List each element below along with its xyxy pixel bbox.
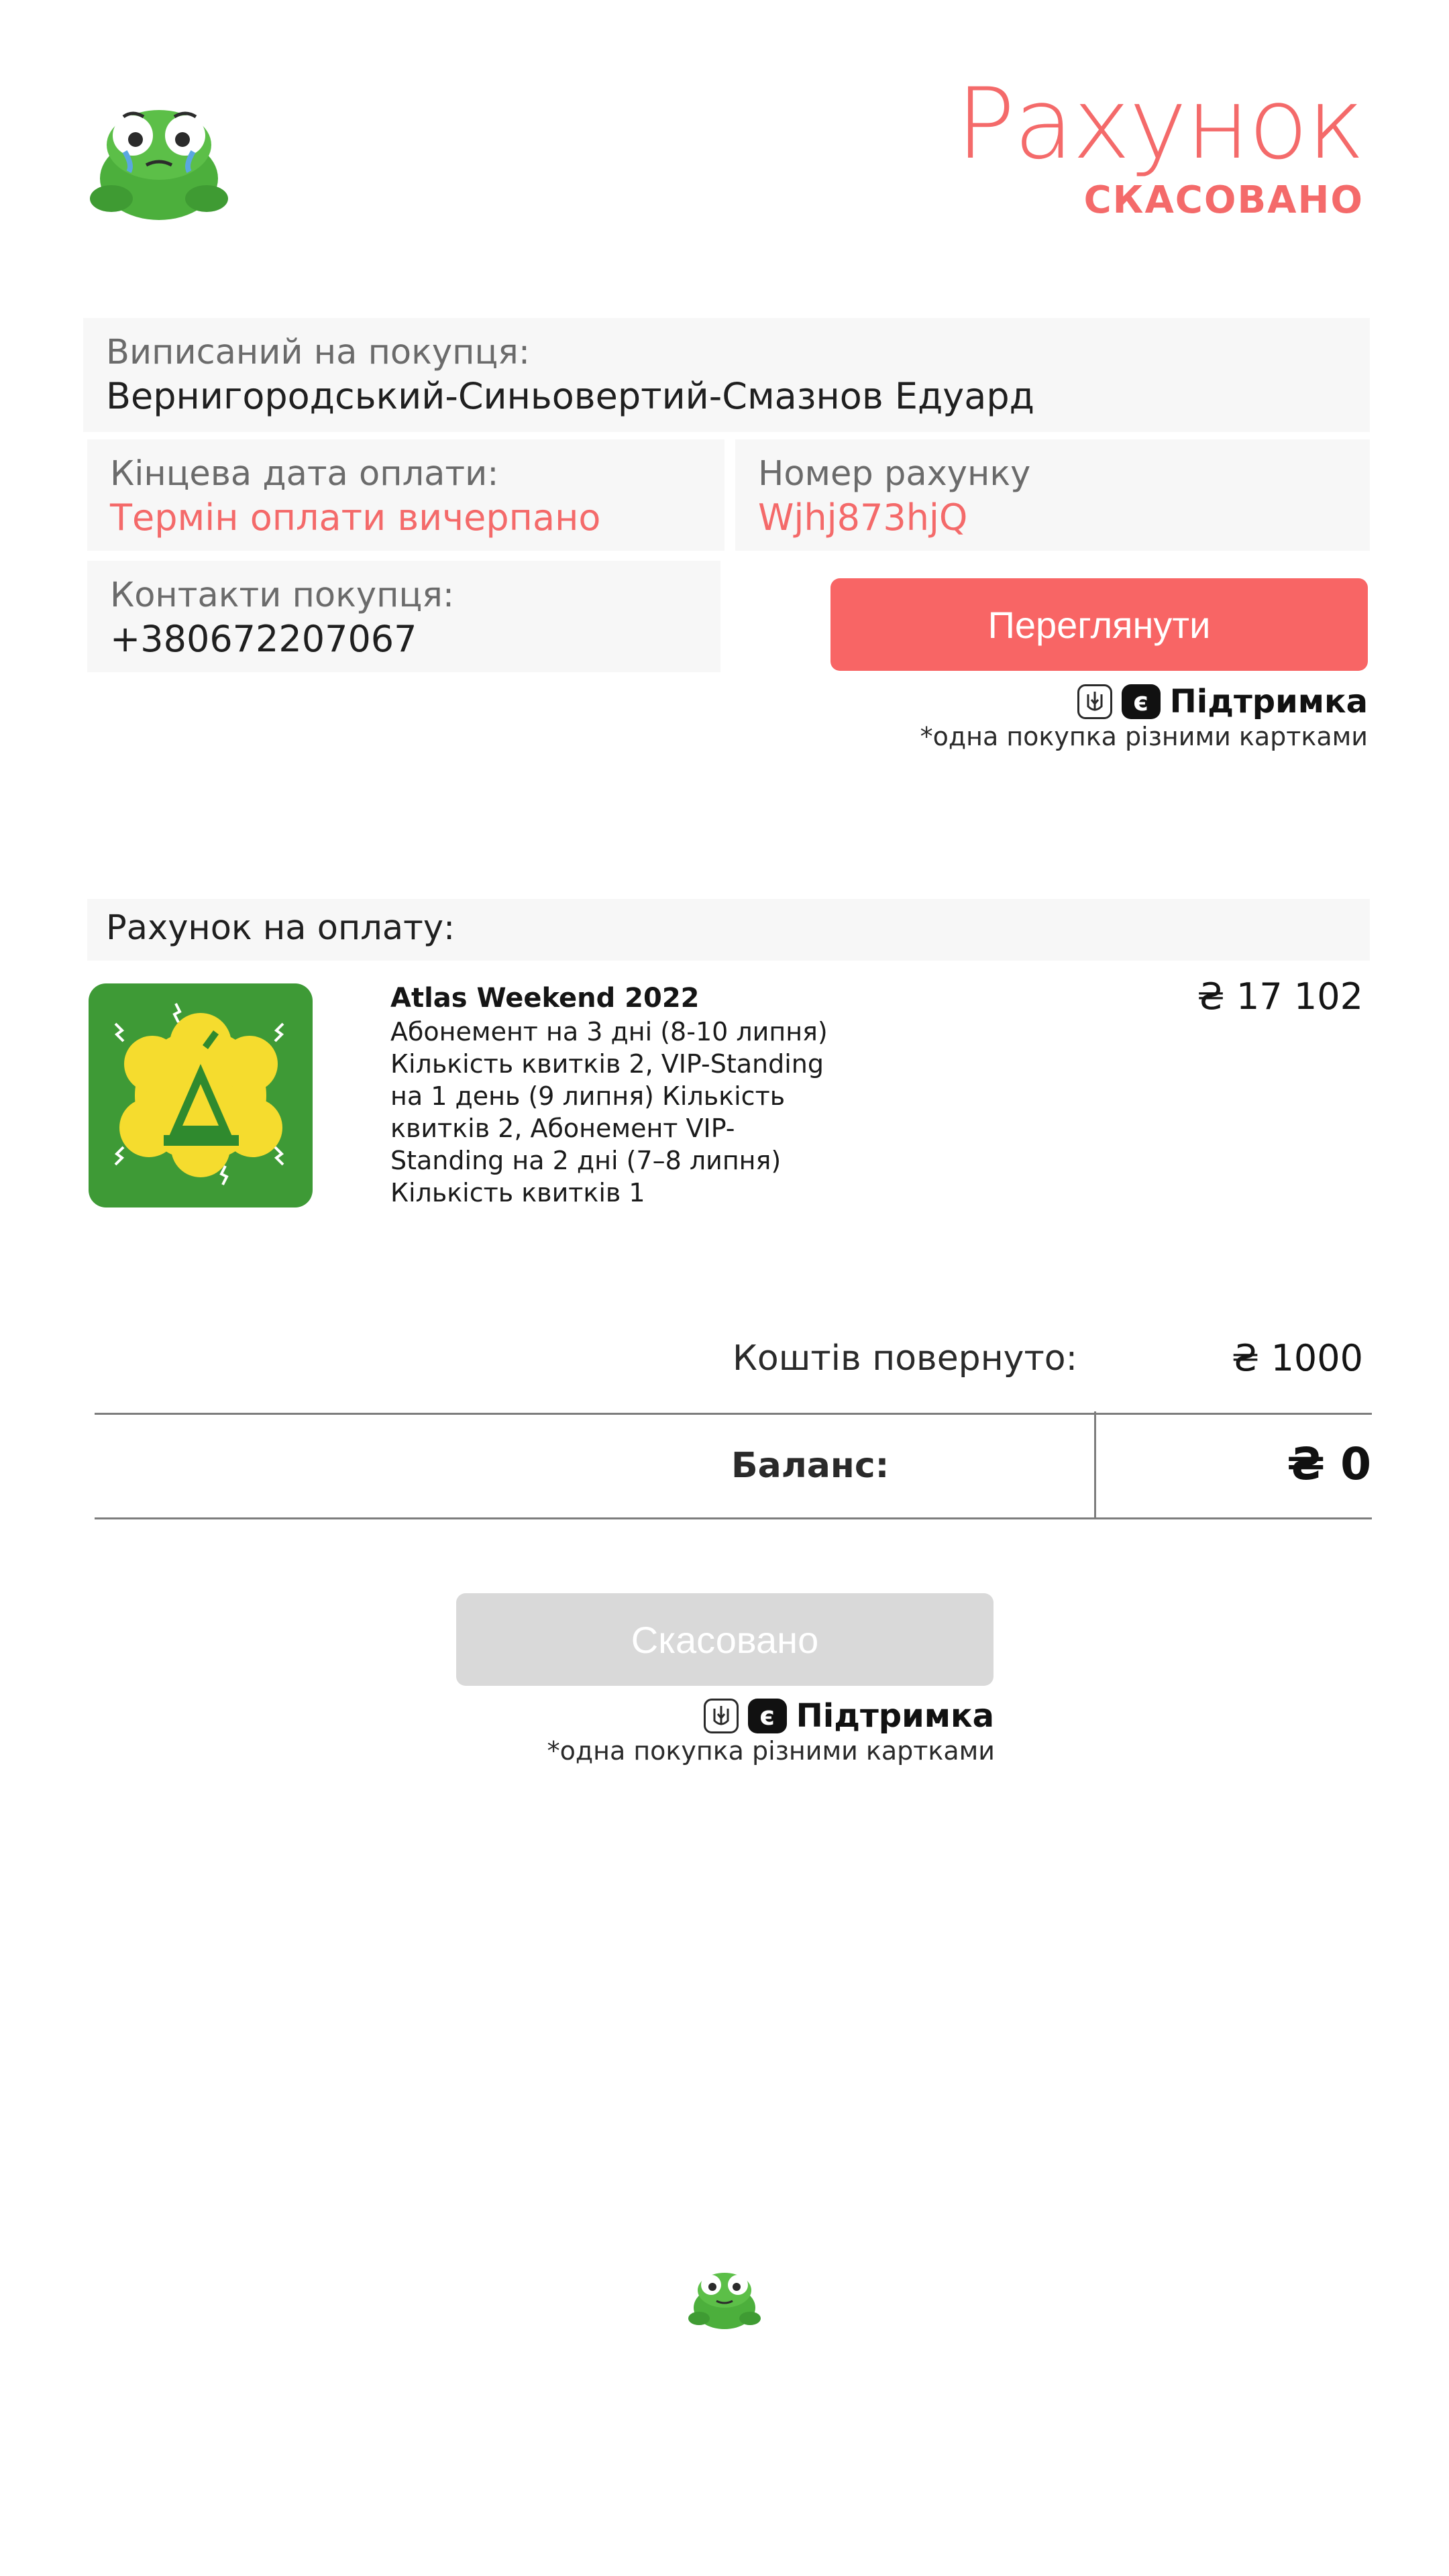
invoice-status-badge: СКАСОВАНО — [1083, 178, 1364, 222]
divider — [95, 1413, 1372, 1415]
due-date-value: Термін оплати вичерпано — [110, 496, 601, 539]
buyer-label: Виписаний на покупця: — [106, 333, 531, 372]
invoice-number-card: Номер рахунку Wjhj873hjQ — [735, 439, 1370, 551]
invoice-title: Рахунок — [956, 67, 1365, 181]
product-description: Абонемент на 3 дні (8-10 липня) Кількіст… — [390, 1017, 828, 1208]
contact-phone: +380672207067 — [110, 618, 417, 660]
view-button[interactable]: Переглянути — [830, 578, 1368, 671]
support-note: *одна покупка різними картками — [920, 722, 1368, 751]
invoice-number-label: Номер рахунку — [758, 454, 1031, 494]
refund-value: ₴ 1000 — [1231, 1337, 1363, 1379]
support-note: *одна покупка різними картками — [547, 1736, 995, 1766]
buyer-name: Вернигородський-Синьовертий-Смазнов Едуа… — [106, 375, 1034, 417]
invoice-section-header: Рахунок на оплату: — [87, 899, 1370, 961]
tryzub-icon — [1077, 684, 1112, 719]
divider — [95, 1517, 1372, 1519]
product-price: ₴ 17 102 — [1197, 975, 1363, 1018]
e-icon: є — [1121, 684, 1161, 719]
contact-label: Контакти покупця: — [110, 576, 455, 615]
invoice-number-value: Wjhj873hjQ — [758, 496, 968, 539]
balance-value: ₴ 0 — [1287, 1438, 1371, 1490]
balance-label: Баланс: — [731, 1446, 890, 1486]
frog-logo-icon — [85, 91, 233, 223]
frog-logo-icon — [686, 2263, 763, 2330]
due-date-label: Кінцева дата оплати: — [110, 454, 499, 494]
support-link[interactable]: є Підтримка — [703, 1697, 994, 1735]
due-date-card: Кінцева дата оплати: Термін оплати вичер… — [87, 439, 724, 551]
buyer-card: Виписаний на покупця: Вернигородський-Си… — [83, 318, 1370, 432]
cancelled-button[interactable]: Скасовано — [456, 1593, 994, 1686]
atlas-weekend-icon — [89, 983, 313, 1208]
refund-label: Коштів повернуто: — [733, 1338, 1078, 1379]
e-icon: є — [747, 1699, 787, 1733]
divider — [1094, 1411, 1096, 1518]
support-label: Підтримка — [1169, 683, 1368, 720]
invoice-section-title: Рахунок на оплату: — [106, 908, 455, 948]
product-title: Atlas Weekend 2022 — [390, 983, 700, 1014]
support-link[interactable]: є Підтримка — [1077, 683, 1368, 720]
contact-card: Контакти покупця: +380672207067 — [87, 561, 720, 672]
tryzub-icon — [703, 1699, 739, 1733]
support-label: Підтримка — [796, 1697, 994, 1735]
